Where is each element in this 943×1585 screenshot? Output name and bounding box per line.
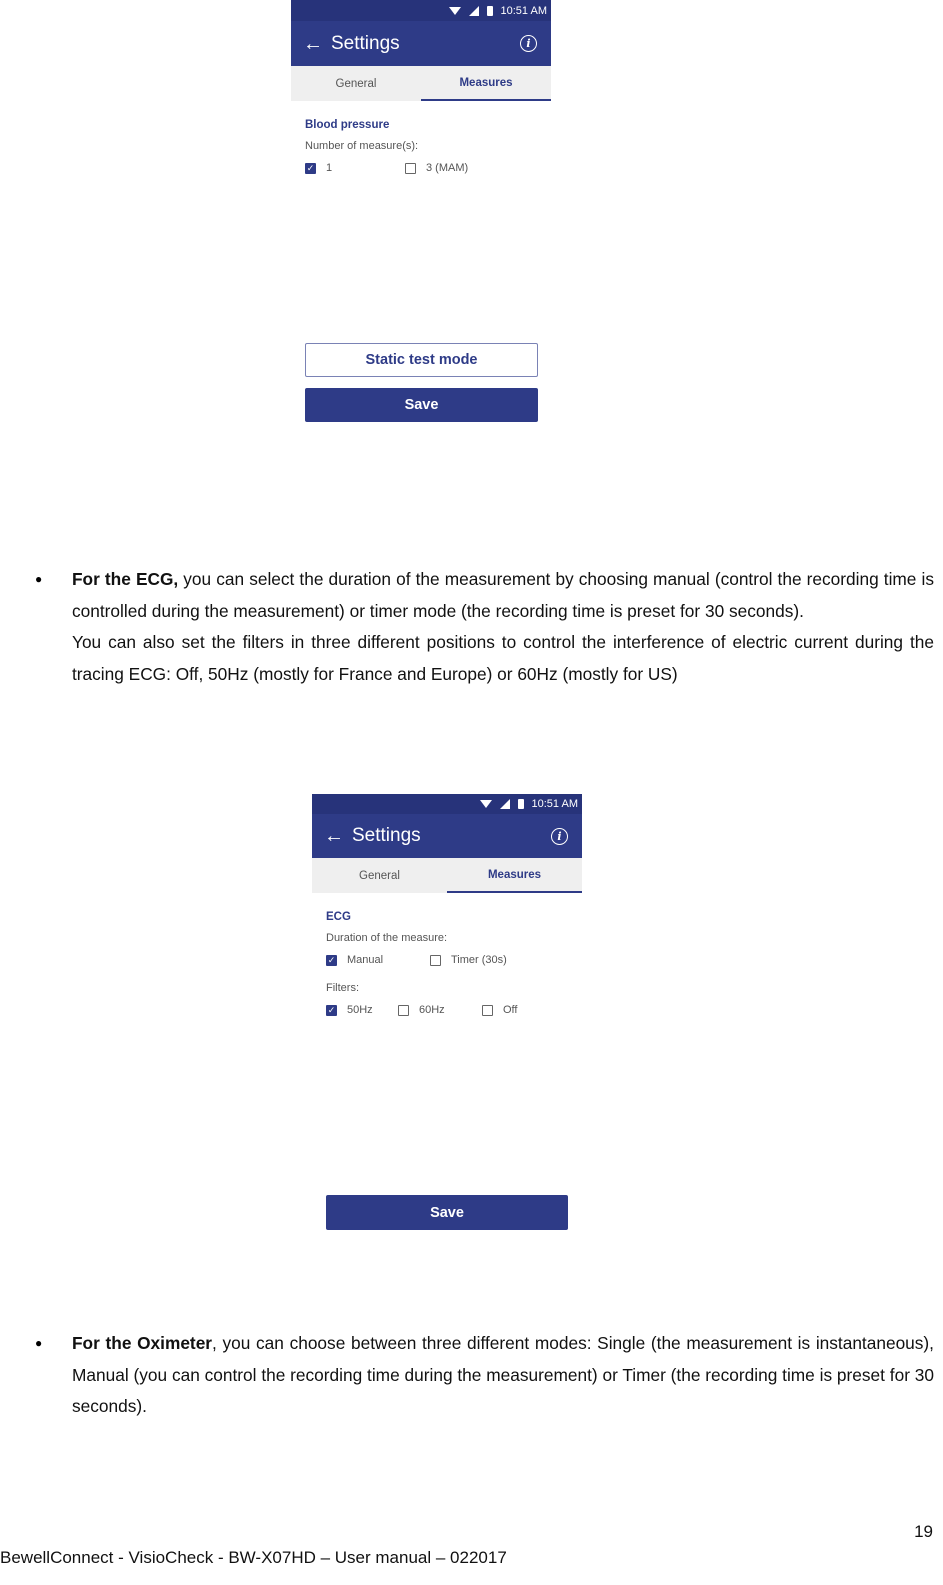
page-number: 19 xyxy=(914,1522,933,1541)
option-label: Off xyxy=(503,1004,518,1016)
measure-count-options: ✓ 1 3 (MAM) xyxy=(305,162,537,174)
field-label: Number of measure(s): xyxy=(305,140,419,152)
ecg-filters-text: You can also set the filters in three di… xyxy=(72,632,934,684)
blood-pressure-settings-screenshot: 10:51 AM ← Settings i General Measures B… xyxy=(291,0,551,430)
checkbox-checked-icon[interactable]: ✓ xyxy=(326,1004,337,1016)
signal-icon xyxy=(468,5,479,16)
info-icon[interactable]: i xyxy=(551,827,568,845)
wifi-icon xyxy=(448,6,461,15)
settings-content: ECG Duration of the measure: ✓ Manual Ti… xyxy=(312,893,582,1016)
tab-measures[interactable]: Measures xyxy=(447,858,582,893)
settings-tabs: General Measures xyxy=(291,66,551,101)
oximeter-paragraph: For the Oximeter, you can choose between… xyxy=(72,1328,934,1423)
ecg-paragraph: For the ECG, you can select the duration… xyxy=(72,564,934,690)
wifi-icon xyxy=(479,800,492,808)
oximeter-lead: For the Oximeter xyxy=(72,1333,213,1353)
duration-options: ✓ Manual Timer (30s) xyxy=(326,954,568,966)
battery-icon xyxy=(517,799,524,809)
option-1[interactable]: ✓ 1 xyxy=(305,162,405,174)
option-label: 60Hz xyxy=(419,1004,445,1016)
document-footer-title: BewellConnect - VisioCheck - BW-X07HD – … xyxy=(0,1548,507,1567)
option-50hz[interactable]: ✓ 50Hz xyxy=(326,1004,398,1016)
duration-label: Duration of the measure: xyxy=(326,932,448,944)
section-title: ECG xyxy=(326,911,351,923)
page-title: Settings xyxy=(331,32,400,54)
ecg-settings-screenshot: 10:51 AM ← Settings i General Measures E… xyxy=(312,794,582,1234)
tab-general[interactable]: General xyxy=(312,858,447,893)
section-title: Blood pressure xyxy=(305,119,390,131)
option-label: Manual xyxy=(347,954,384,966)
battery-icon xyxy=(486,5,493,16)
tab-general[interactable]: General xyxy=(291,66,421,101)
tab-measures[interactable]: Measures xyxy=(421,66,551,101)
checkbox-checked-icon[interactable]: ✓ xyxy=(326,954,337,966)
status-bar: 10:51 AM xyxy=(312,794,582,814)
settings-tabs: General Measures xyxy=(312,858,582,893)
option-label: 1 xyxy=(326,162,333,174)
status-time: 10:51 AM xyxy=(500,4,547,17)
signal-icon xyxy=(499,799,510,809)
option-60hz[interactable]: 60Hz xyxy=(398,1004,482,1016)
app-bar: ← Settings i xyxy=(312,814,582,858)
page-title: Settings xyxy=(352,825,421,846)
option-label: Timer (30s) xyxy=(451,954,507,966)
option-label: 50Hz xyxy=(347,1004,373,1016)
status-time: 10:51 AM xyxy=(531,798,578,810)
option-manual[interactable]: ✓ Manual xyxy=(326,954,430,966)
filters-label: Filters: xyxy=(326,982,359,994)
info-icon[interactable]: i xyxy=(520,35,537,52)
back-arrow-icon[interactable]: ← xyxy=(324,826,344,846)
save-button[interactable]: Save xyxy=(305,388,538,422)
ecg-lead: For the ECG, xyxy=(72,569,179,589)
save-button[interactable]: Save xyxy=(326,1195,568,1230)
status-bar: 10:51 AM xyxy=(291,0,551,21)
option-3-mam[interactable]: 3 (MAM) xyxy=(405,162,468,174)
bullet-icon: ● xyxy=(35,572,43,586)
checkbox-unchecked-icon[interactable] xyxy=(482,1004,493,1016)
option-label: 3 (MAM) xyxy=(426,162,469,174)
app-bar: ← Settings i xyxy=(291,21,551,66)
checkbox-unchecked-icon[interactable] xyxy=(430,954,441,966)
checkbox-unchecked-icon[interactable] xyxy=(405,162,416,174)
static-test-mode-button[interactable]: Static test mode xyxy=(305,343,538,377)
option-off[interactable]: Off xyxy=(482,1004,517,1016)
checkbox-unchecked-icon[interactable] xyxy=(398,1004,409,1016)
option-timer[interactable]: Timer (30s) xyxy=(430,954,507,966)
back-arrow-icon[interactable]: ← xyxy=(303,34,323,54)
checkbox-checked-icon[interactable]: ✓ xyxy=(305,162,316,174)
filter-options: ✓ 50Hz 60Hz Off xyxy=(326,1004,568,1016)
settings-content: Blood pressure Number of measure(s): ✓ 1… xyxy=(291,101,551,174)
ecg-text: you can select the duration of the measu… xyxy=(72,569,934,621)
bullet-icon: ● xyxy=(35,1336,43,1350)
